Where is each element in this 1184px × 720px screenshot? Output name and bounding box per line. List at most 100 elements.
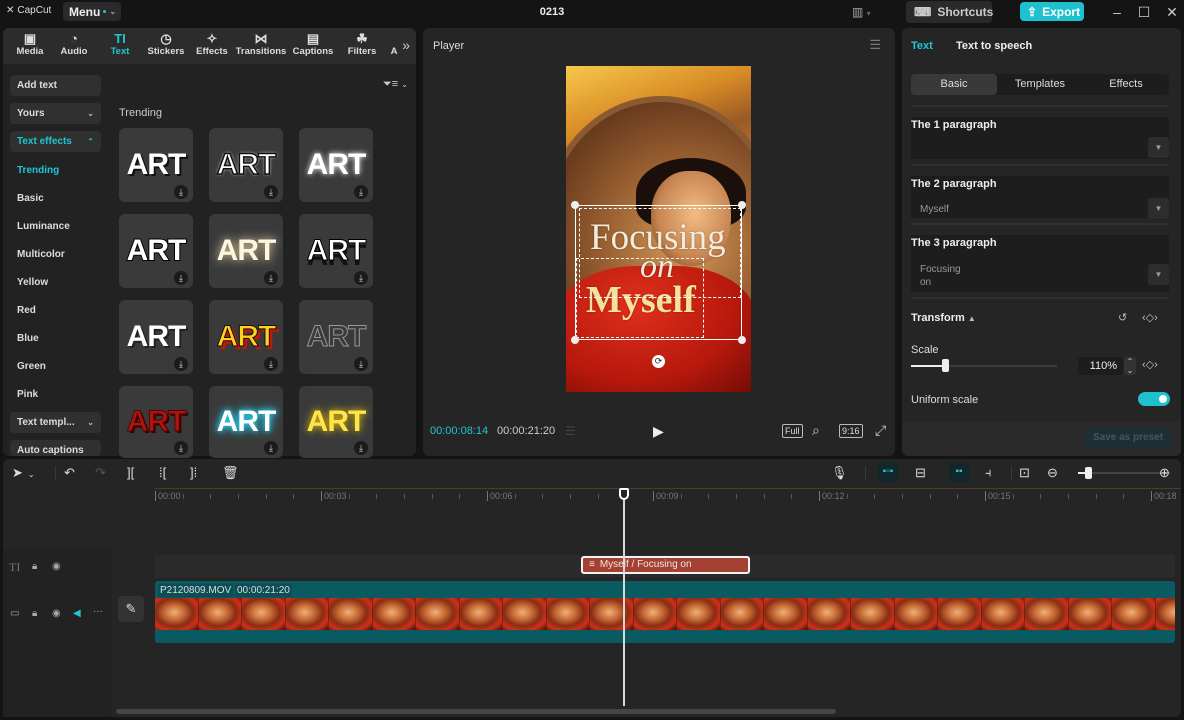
download-icon[interactable]: ⤓: [264, 357, 278, 371]
linkage-icon[interactable]: ▪▪: [949, 462, 969, 482]
select-tool-icon[interactable]: ➤ ⌄: [12, 465, 35, 481]
preview-axis-icon[interactable]: ⫞: [985, 465, 992, 481]
sub-tab-basic[interactable]: Basic: [911, 74, 997, 95]
dropdown-icon[interactable]: ▼: [1148, 198, 1169, 219]
lock-icon[interactable]: 🔒︎: [32, 608, 37, 619]
delete-icon[interactable]: 🗑: [222, 465, 239, 481]
fullscreen-icon[interactable]: ⤢: [875, 422, 886, 439]
export-button[interactable]: ⇪ Export: [1020, 2, 1084, 21]
download-icon[interactable]: ⤓: [174, 185, 188, 199]
dropdown-icon[interactable]: ▼: [1148, 137, 1169, 158]
tool-filters[interactable]: ☘ Filters: [339, 28, 385, 57]
shortcuts-button[interactable]: ⌨ Shortcuts: [906, 1, 993, 23]
tool-a[interactable]: A: [385, 28, 403, 57]
tool-effects[interactable]: ✧ Effects: [189, 28, 235, 57]
trim-right-icon[interactable]: ]⁞: [190, 465, 197, 480]
download-icon[interactable]: ⤓: [264, 441, 278, 455]
resize-handle[interactable]: [738, 336, 746, 344]
text-effect-card[interactable]: ART ⤓: [299, 214, 373, 288]
text-effect-card[interactable]: ART ⤓: [119, 128, 193, 202]
tool-captions[interactable]: ▤ Captions: [287, 28, 339, 57]
eye-icon[interactable]: ◉: [52, 608, 61, 619]
text-effect-card[interactable]: ART ⤓: [119, 214, 193, 288]
sub-tab-effects[interactable]: Effects: [1083, 74, 1169, 95]
split-icon[interactable]: ][: [127, 465, 134, 480]
text-effect-card[interactable]: ART ⤓: [209, 386, 283, 458]
resize-handle[interactable]: [571, 201, 579, 209]
tool-stickers[interactable]: ◷ Stickers: [143, 28, 189, 57]
category-pink[interactable]: Pink: [17, 389, 38, 400]
text-templates-dropdown[interactable]: Text templ... ⌄: [10, 412, 101, 433]
download-icon[interactable]: ⤓: [354, 185, 368, 199]
paragraph-3[interactable]: The 3 paragraph Focusing on ▼: [911, 235, 1169, 292]
undo-icon[interactable]: ↶: [64, 465, 75, 481]
lock-icon[interactable]: 🔒︎: [32, 561, 37, 572]
player-menu-icon[interactable]: ☰: [869, 37, 881, 53]
aspect-ratio-button[interactable]: 9:16: [839, 424, 863, 438]
play-icon[interactable]: ▶: [653, 423, 664, 440]
category-trending[interactable]: Trending: [17, 165, 59, 176]
download-icon[interactable]: ⤓: [354, 271, 368, 285]
text-effect-card[interactable]: ART ⤓: [299, 128, 373, 202]
more-icon[interactable]: ···: [93, 606, 103, 617]
auto-snap-icon[interactable]: ⊟: [915, 465, 926, 481]
full-quality-button[interactable]: Full: [782, 424, 803, 438]
text-effect-card[interactable]: ART ⤓: [119, 300, 193, 374]
tab-text[interactable]: Text: [911, 40, 933, 52]
category-basic[interactable]: Basic: [17, 193, 44, 204]
paragraph-value[interactable]: Focusing on: [920, 263, 961, 289]
zoom-in-icon[interactable]: ⊕: [1159, 465, 1170, 481]
add-text-button[interactable]: Add text: [10, 75, 101, 96]
mute-icon[interactable]: ◀: [73, 608, 81, 619]
timeline-ruler[interactable]: 00:00 00:03 00:06 00:09 00:12 00:15 00:18: [155, 488, 1181, 504]
more-tools-icon[interactable]: »: [402, 37, 410, 53]
category-blue[interactable]: Blue: [17, 333, 39, 344]
auto-captions-dropdown[interactable]: Auto captions: [10, 440, 101, 456]
text-effect-card[interactable]: ART ⤓: [299, 386, 373, 458]
keyframe-icon[interactable]: ‹◇›: [1142, 311, 1158, 324]
playhead[interactable]: [623, 496, 625, 706]
scale-input[interactable]: 110%: [1078, 357, 1123, 375]
microphone-icon[interactable]: 🎙: [831, 465, 848, 481]
download-icon[interactable]: ⤓: [264, 185, 278, 199]
minimize-icon[interactable]: –: [1107, 4, 1127, 20]
timeline-zoom-thumb[interactable]: [1085, 467, 1092, 479]
scale-stepper[interactable]: ⌃ ⌄: [1124, 357, 1136, 375]
text-effect-card[interactable]: ART ⤓: [119, 386, 193, 458]
close-icon[interactable]: ✕: [1162, 4, 1182, 21]
rotate-icon[interactable]: ⟳: [652, 355, 665, 368]
tool-transitions[interactable]: ⋈ Transitions: [235, 28, 287, 57]
trim-left-icon[interactable]: ⁞[: [159, 465, 166, 480]
download-icon[interactable]: ⤓: [354, 441, 368, 455]
paragraph-2[interactable]: The 2 paragraph Myself ▼: [911, 176, 1169, 219]
layout-icon[interactable]: ▥ ▾: [852, 5, 871, 19]
text-clip[interactable]: ≡ Myself / Focusing on: [581, 556, 750, 574]
horizontal-scrollbar[interactable]: [116, 709, 836, 714]
download-icon[interactable]: ⤓: [174, 271, 188, 285]
scale-slider-thumb[interactable]: [941, 359, 949, 372]
playhead-handle[interactable]: [619, 488, 629, 500]
download-icon[interactable]: ⤓: [174, 441, 188, 455]
category-red[interactable]: Red: [17, 305, 36, 316]
paragraph-value[interactable]: Myself: [920, 203, 949, 216]
edit-cover-icon[interactable]: ✎: [118, 596, 144, 622]
download-icon[interactable]: ⤓: [264, 271, 278, 285]
dropdown-icon[interactable]: ▼: [1148, 264, 1169, 285]
resize-handle[interactable]: [738, 201, 746, 209]
zoom-out-icon[interactable]: ⊖: [1047, 465, 1058, 481]
main-track-magnet-icon[interactable]: ▪▫▪: [878, 462, 898, 482]
transform-header[interactable]: Transform ▲: [911, 312, 976, 324]
text-effects-dropdown[interactable]: Text effects ⌃: [10, 131, 101, 152]
video-preview[interactable]: Focusing on Myself ⟳: [566, 66, 751, 392]
redo-icon[interactable]: ↷: [95, 465, 106, 481]
zoom-fit-icon[interactable]: ⌕: [812, 422, 820, 439]
maximize-icon[interactable]: ☐: [1134, 4, 1154, 21]
category-yellow[interactable]: Yellow: [17, 277, 48, 288]
text-effect-card[interactable]: ART ⤓: [209, 300, 283, 374]
filter-icon[interactable]: ⏷≡ ⌄: [383, 78, 408, 91]
download-icon[interactable]: ⤓: [354, 357, 368, 371]
tab-text-to-speech[interactable]: Text to speech: [956, 40, 1032, 52]
sub-tab-templates[interactable]: Templates: [997, 74, 1083, 95]
category-green[interactable]: Green: [17, 361, 46, 372]
uniform-scale-toggle[interactable]: [1138, 392, 1170, 406]
